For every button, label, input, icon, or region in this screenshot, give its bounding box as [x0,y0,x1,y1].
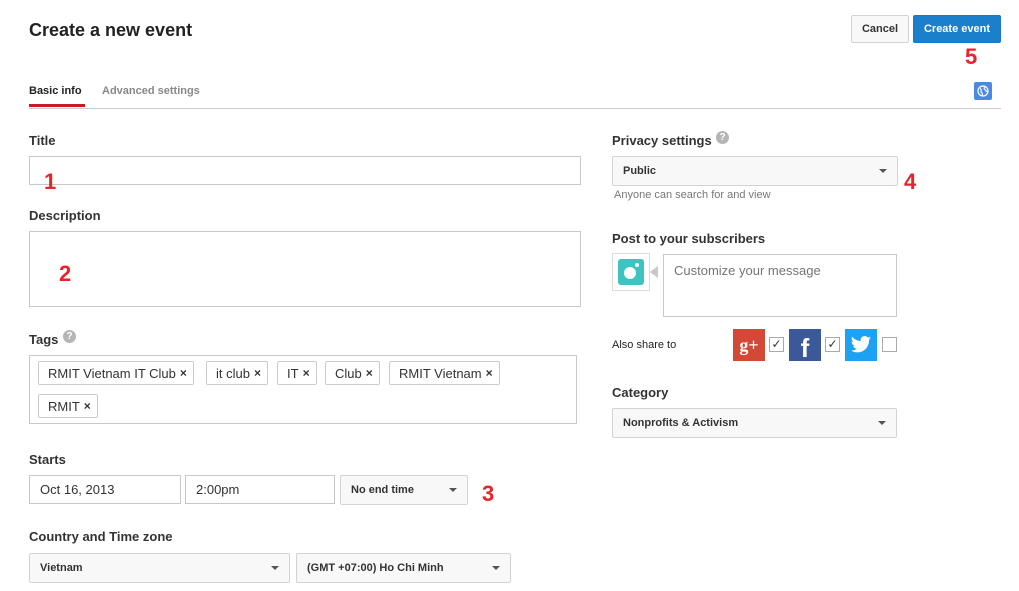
timezone-value: (GMT +07:00) Ho Chi Minh [307,562,444,574]
tag-chip: RMIT × [38,394,98,418]
chevron-down-icon [449,488,457,492]
country-select[interactable]: Vietnam [29,553,290,583]
starts-label: Starts [29,452,66,467]
tag-label: RMIT Vietnam IT Club [48,365,176,381]
twitter-bird-icon [850,336,871,353]
share-google-plus-checkbox[interactable]: ✓ [769,337,784,352]
globe-icon [977,85,989,97]
privacy-label: Privacy settings [612,133,712,148]
twitter-icon [845,329,877,361]
tag-label: RMIT [48,398,80,414]
google-plus-icon: g+ [733,329,765,361]
tags-help-icon[interactable]: ? [63,330,76,343]
create-event-button[interactable]: Create event [913,15,1001,43]
privacy-value: Public [623,165,657,177]
also-share-label: Also share to [612,339,677,351]
subscriber-message-textarea[interactable] [663,254,897,317]
marker-1: 1 [44,169,57,194]
tab-advanced-settings[interactable]: Advanced settings [102,85,200,97]
privacy-helper-text: Anyone can search for and view [614,189,771,201]
marker-3: 3 [482,481,495,506]
country-value: Vietnam [40,562,83,574]
privacy-help-icon[interactable]: ? [716,131,729,144]
title-label: Title [29,133,56,148]
facebook-icon: f [789,329,821,363]
tag-chip: RMIT Vietnam IT Club × [38,361,194,385]
tags-input[interactable]: RMIT Vietnam IT Club × it club × IT × Club ×… [29,355,577,424]
share-twitter-checkbox[interactable] [882,337,897,352]
channel-avatar-icon [618,259,644,285]
tag-remove-icon[interactable]: × [366,366,373,380]
start-time-input[interactable] [185,475,335,504]
active-tab-indicator [29,104,85,107]
tag-label: RMIT Vietnam [399,365,482,381]
tag-chip: IT × [277,361,317,385]
globe-button[interactable] [974,82,992,100]
title-input[interactable] [29,156,581,185]
privacy-select[interactable]: Public [612,156,898,186]
cancel-button[interactable]: Cancel [851,15,909,43]
tag-chip: it club × [206,361,268,385]
message-pointer [650,266,658,278]
page-title: Create a new event [29,20,193,40]
marker-5: 5 [965,44,978,69]
description-textarea[interactable] [29,231,581,307]
tags-label: Tags [29,332,59,347]
chevron-down-icon [878,421,886,425]
chevron-down-icon [271,566,279,570]
chevron-down-icon [492,566,500,570]
start-date-input[interactable] [29,475,181,504]
end-time-select[interactable]: No end time [340,475,468,505]
description-label: Description [29,208,101,223]
tag-chip: Club × [325,361,380,385]
timezone-select[interactable]: (GMT +07:00) Ho Chi Minh [296,553,511,583]
category-select[interactable]: Nonprofits & Activism [612,408,897,438]
tag-label: IT [287,365,299,381]
chevron-down-icon [879,169,887,173]
tag-label: it club [216,365,250,381]
category-label: Category [612,385,669,400]
category-value: Nonprofits & Activism [623,417,739,429]
country-timezone-label: Country and Time zone [29,529,173,544]
tag-remove-icon[interactable]: × [254,366,261,380]
tag-chip: RMIT Vietnam × [389,361,500,385]
tab-basic-info[interactable]: Basic info [29,85,82,97]
avatar [612,253,650,291]
tag-remove-icon[interactable]: × [486,366,493,380]
marker-2: 2 [59,261,72,286]
tag-label: Club [335,365,362,381]
tag-remove-icon[interactable]: × [180,366,187,380]
tag-remove-icon[interactable]: × [84,399,91,413]
tag-remove-icon[interactable]: × [303,366,310,380]
tab-divider [29,108,1001,109]
share-facebook-checkbox[interactable]: ✓ [825,337,840,352]
post-subscribers-label: Post to your subscribers [612,231,766,246]
end-time-value: No end time [351,484,414,496]
marker-4: 4 [904,169,917,194]
